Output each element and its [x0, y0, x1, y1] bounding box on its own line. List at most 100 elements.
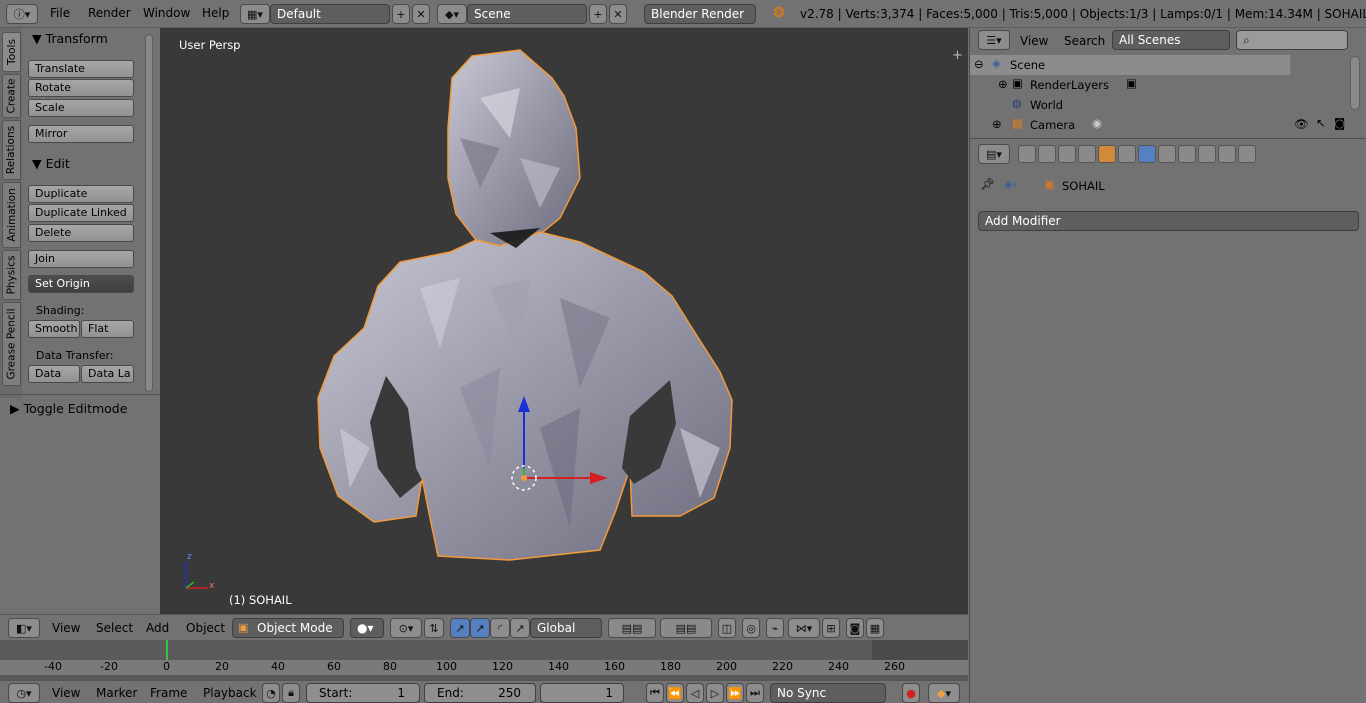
toggle-editmode-header[interactable]: ▶ Toggle Editmode	[10, 401, 127, 416]
outliner-row-scene[interactable]: ⊖ ◈ Scene	[970, 55, 1290, 75]
editor-type-timeline-icon[interactable]: ◷▾	[8, 683, 40, 703]
editor-type-outliner-icon[interactable]: ☰▾	[978, 30, 1010, 50]
material-tab-icon[interactable]	[1178, 145, 1196, 163]
object-tab-icon[interactable]	[1098, 145, 1116, 163]
renderable-camera-icon[interactable]: ◙	[1334, 116, 1345, 130]
render-tab-icon[interactable]	[1018, 145, 1036, 163]
collapse-icon[interactable]: ⊖	[974, 57, 984, 71]
scene-icon[interactable]: ◆▾	[437, 4, 467, 24]
menu-select[interactable]: Select	[96, 621, 133, 635]
render-animation-icon[interactable]: ▦	[866, 618, 884, 638]
translate-manipulator-icon[interactable]: ↗	[450, 618, 470, 638]
scale-button[interactable]: Scale	[28, 99, 134, 117]
timeline-menu-view[interactable]: View	[52, 686, 80, 700]
add-scene-icon[interactable]: +	[589, 4, 607, 24]
tab-create[interactable]: Create	[2, 74, 21, 118]
outliner-row-world[interactable]: ◍ World	[970, 95, 1290, 115]
viewport-shading-select[interactable]: ●▾	[350, 618, 384, 638]
world-tab-icon[interactable]	[1078, 145, 1096, 163]
pivot-point-icon[interactable]: ⊙▾	[390, 618, 422, 638]
edit-panel-header[interactable]: ▼ Edit	[32, 156, 70, 171]
snap-element-icon[interactable]: ⋈▾	[788, 618, 820, 638]
particles-tab-icon[interactable]	[1218, 145, 1236, 163]
jump-end-icon[interactable]: ⏭	[746, 683, 764, 703]
tab-animation[interactable]: Animation	[2, 182, 21, 248]
tab-physics[interactable]: Physics	[2, 250, 21, 300]
outliner-scrollbar[interactable]	[1350, 56, 1360, 110]
editor-type-info-icon[interactable]: ⓘ▾	[6, 4, 38, 24]
shelf-scrollbar[interactable]	[145, 34, 153, 392]
timeline-menu-marker[interactable]: Marker	[96, 686, 137, 700]
record-icon[interactable]: ●	[902, 683, 920, 703]
snap-toggle-icon[interactable]: ⌁	[766, 618, 784, 638]
next-keyframe-icon[interactable]: ⏩	[726, 683, 744, 703]
manipulator-toggle-icon[interactable]: ⇅	[424, 618, 444, 638]
data-tab-icon[interactable]	[1158, 145, 1176, 163]
manipulator-extra-icon[interactable]: ↗	[510, 618, 530, 638]
lock-icon[interactable]: 🔒︎	[282, 683, 300, 703]
scene-field[interactable]: Scene	[467, 4, 587, 24]
tab-grease-pencil[interactable]: Grease Pencil	[2, 302, 21, 386]
sync-select[interactable]: No Sync	[770, 683, 886, 703]
play-icon[interactable]: ▷	[706, 683, 724, 703]
3d-viewport[interactable]: User Persp + z x (1) SOHAIL	[160, 28, 968, 614]
join-button[interactable]: Join	[28, 250, 134, 268]
tab-relations[interactable]: Relations	[2, 120, 21, 180]
keyframe-type-icon[interactable]: ◆ ▾	[928, 683, 960, 703]
physics-tab-icon[interactable]	[1238, 145, 1256, 163]
data-layout-button[interactable]: Data La	[81, 365, 134, 383]
mode-select[interactable]: Object Mode	[232, 618, 344, 638]
menu-object[interactable]: Object	[186, 621, 225, 635]
layer-buttons-a-icon[interactable]: ▤▤	[608, 618, 656, 638]
timeline-ruler[interactable]: -40 -20 0 20 40 60 80 100 120 140 160 18…	[0, 660, 968, 675]
visibility-eye-icon[interactable]: 👁︎	[1294, 117, 1309, 131]
scene-tab-icon[interactable]	[1058, 145, 1076, 163]
lock-layers-icon[interactable]: ◫	[718, 618, 736, 638]
menu-add[interactable]: Add	[146, 621, 169, 635]
scale-manipulator-icon[interactable]: ◜	[490, 618, 510, 638]
current-frame-field[interactable]: 1	[540, 683, 624, 703]
menu-window[interactable]: Window	[143, 6, 190, 20]
outliner-menu-view[interactable]: View	[1020, 34, 1048, 48]
expand-icon[interactable]: ⊕	[998, 77, 1008, 91]
remove-layout-icon[interactable]: ✕	[412, 4, 430, 24]
display-mode-select[interactable]: All Scenes	[1112, 30, 1230, 50]
delete-button[interactable]: Delete	[28, 224, 134, 242]
end-frame-field[interactable]: End: 250	[424, 683, 536, 703]
layout-field[interactable]: Default	[270, 4, 390, 24]
duplicate-linked-button[interactable]: Duplicate Linked	[28, 204, 134, 222]
data-button[interactable]: Data	[28, 365, 80, 383]
selectable-arrow-icon[interactable]: ↖	[1316, 116, 1326, 130]
render-layers-tab-icon[interactable]	[1038, 145, 1056, 163]
add-layout-icon[interactable]: +	[392, 4, 410, 24]
remove-scene-icon[interactable]: ✕	[609, 4, 627, 24]
current-frame-marker[interactable]	[166, 640, 168, 660]
transform-panel-header[interactable]: ▼ Transform	[32, 31, 108, 46]
menu-help[interactable]: Help	[202, 6, 229, 20]
outliner-row-renderlayers[interactable]: ⊕ ▣ RenderLayers ▣	[970, 75, 1290, 95]
rotate-button[interactable]: Rotate	[28, 79, 134, 97]
flat-button[interactable]: Flat	[81, 320, 134, 338]
set-origin-select[interactable]: Set Origin	[28, 275, 134, 293]
proportional-edit-icon[interactable]: ◎	[742, 618, 760, 638]
expand-icon[interactable]: ⊕	[992, 117, 1002, 131]
mirror-button[interactable]: Mirror	[28, 125, 134, 143]
pin-icon[interactable]: 📌︎	[980, 177, 995, 191]
snap-target-icon[interactable]: ⊞	[822, 618, 840, 638]
jump-start-icon[interactable]: ⏮	[646, 683, 664, 703]
outliner-menu-search[interactable]: Search	[1064, 34, 1105, 48]
constraints-tab-icon[interactable]	[1118, 145, 1136, 163]
menu-render[interactable]: Render	[88, 6, 131, 20]
texture-tab-icon[interactable]	[1198, 145, 1216, 163]
play-reverse-icon[interactable]: ◁	[686, 683, 704, 703]
editor-type-properties-icon[interactable]: ▤▾	[978, 144, 1010, 164]
timeline-menu-playback[interactable]: Playback	[203, 686, 257, 700]
modifiers-tab-icon[interactable]	[1138, 145, 1156, 163]
mesh-model[interactable]	[160, 28, 968, 614]
menu-view[interactable]: View	[52, 621, 80, 635]
prev-keyframe-icon[interactable]: ⏪	[666, 683, 684, 703]
smooth-button[interactable]: Smooth	[28, 320, 80, 338]
tab-tools[interactable]: Tools	[2, 32, 21, 72]
timeline-menu-frame[interactable]: Frame	[150, 686, 187, 700]
outliner-row-camera[interactable]: ⊕ ▩ Camera ◉	[970, 115, 1290, 135]
